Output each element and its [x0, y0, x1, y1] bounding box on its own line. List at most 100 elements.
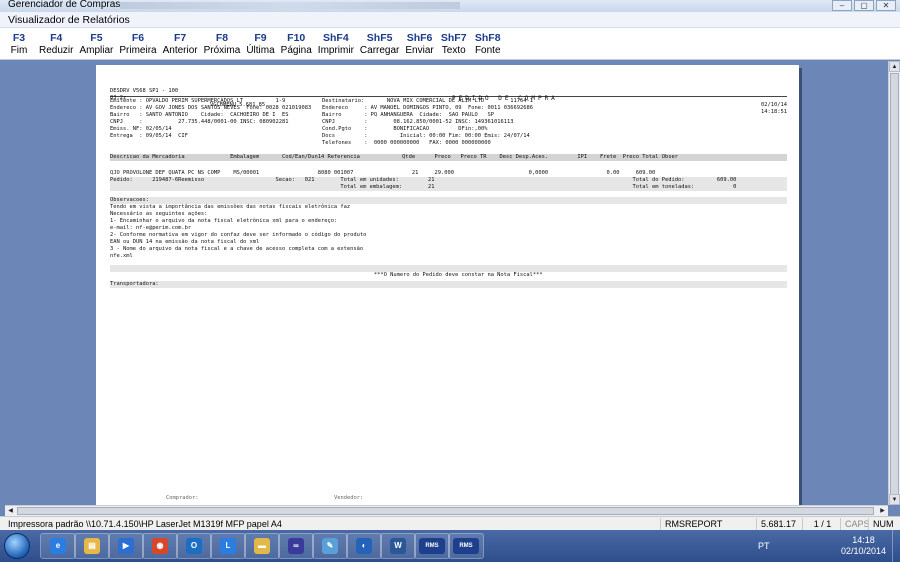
report-viewport[interactable]: DESDRV V568 SP1 - 100 PEDIDO DE COMPRA 0… — [5, 61, 888, 505]
parties-block: Emitente : OPVALDO PERIM SUPERMERCADOS L… — [110, 98, 787, 154]
horizontal-scrollbar[interactable]: ◀ ▶ — [5, 505, 888, 516]
nota-fiscal-notice: ***O Numero do Pedido deve constar na No… — [110, 265, 787, 278]
toolbar-button-page[interactable]: F10 Página — [278, 28, 315, 59]
totals-row-2: Total em embalagem: 21 Total em tonelada… — [110, 184, 787, 191]
taskbar-app-lync[interactable]: L — [210, 533, 246, 559]
scroll-left-arrow-icon[interactable]: ◀ — [5, 506, 16, 516]
taskbar-app-outlook[interactable]: O — [176, 533, 212, 559]
scroll-right-arrow-icon[interactable]: ▶ — [877, 506, 888, 516]
toolbar-label: Reduzir — [39, 45, 74, 56]
show-desktop-button[interactable] — [892, 530, 900, 562]
taskbar-app-media-player[interactable]: ▶ — [108, 533, 144, 559]
toolbar-button-load[interactable]: ShF5 Carregar — [357, 28, 402, 59]
load-icon: ShF5 — [366, 32, 393, 44]
observation-line: Tendo em vista a importância das emissõe… — [110, 204, 351, 210]
toolbar-button-text[interactable]: ShF7 Texto — [437, 28, 471, 59]
observation-line: Necessário as seguintes ações: — [110, 211, 208, 217]
report-toolbar: F3 Fim F4 Reduzir F5 Ampliar F6 Primeira F7 Anter… — [0, 28, 900, 60]
clock-time: 14:18 — [852, 535, 875, 545]
lync-icon: L — [220, 538, 236, 554]
minimize-button[interactable]: – — [832, 0, 852, 11]
toolbar-label: Enviar — [405, 45, 434, 56]
exit-icon: F3 — [12, 32, 26, 44]
emitter-line: Emiss. NF: 02/05/14 — [110, 126, 172, 132]
observation-line: 1- Encaminhar o arquivo da nota fiscal e… — [110, 218, 338, 224]
media-player-icon: ▶ — [118, 538, 134, 554]
report-header-line-2: 03.2z VGCBMENU 5.681.85 14:18:51 — [110, 88, 787, 115]
taskbar-app-remote[interactable]: ◐ — [346, 533, 382, 559]
observation-line: 2- Conforme normativa em vigor do confaz… — [110, 232, 367, 238]
toolbar-label: Texto — [441, 45, 466, 56]
previous-page-icon: F7 — [173, 32, 187, 44]
recipient-line: Telefones : 0000 000000000 FAX: 0000 000… — [322, 140, 491, 146]
vertical-scroll-thumb[interactable] — [890, 73, 899, 497]
start-button[interactable] — [4, 533, 30, 559]
toolbar-label: Fonte — [474, 45, 501, 56]
close-button[interactable]: ✕ — [876, 0, 896, 11]
toolbar-label: Última — [246, 45, 275, 56]
taskbar-app-internet-explorer[interactable]: e — [40, 533, 76, 559]
observations-title: Observacoes: — [110, 197, 787, 204]
toolbar-button-font[interactable]: ShF8 Fonte — [471, 28, 505, 59]
print-icon: ShF4 — [323, 32, 349, 44]
outlook-icon: O — [186, 538, 202, 554]
horizontal-scroll-thumb[interactable] — [17, 507, 874, 515]
taskbar-app-folder[interactable]: ▬ — [244, 533, 280, 559]
toolbar-button-exit[interactable]: F3 Fim — [2, 28, 36, 59]
taskbar-app-chrome[interactable]: ◉ — [142, 533, 178, 559]
app-titlebar: Gerenciador de Compras – ▢ ✕ — [0, 0, 900, 12]
internet-explorer-icon: e — [50, 538, 66, 554]
recipient-block: Destinatario: NOVA MIX COMERCIAL DE ALIM… — [322, 98, 533, 147]
printer-status: Impressora padrão \\10.71.4.150\HP Laser… — [8, 519, 282, 529]
rms-1-icon: RMS — [419, 538, 445, 554]
rms-2-icon: RMS — [453, 538, 479, 554]
item-row: QJO PROVOLONE DEF QUATA PC NS COMP MS/00… — [110, 170, 656, 176]
taskbar-app-rms-1[interactable]: RMS — [414, 533, 450, 559]
toolbar-button-previous-page[interactable]: F7 Anterior — [160, 28, 201, 59]
recipient-line: CNPJ : 08.162.850/0001-52 INSC: 14936101… — [322, 119, 514, 125]
toolbar-label: Carregar — [359, 45, 400, 56]
toolbar-button-next-page[interactable]: F8 Próxima — [201, 28, 244, 59]
recipient-line: Destinatario: NOVA MIX COMERCIAL DE ALIM… — [322, 98, 533, 104]
taskbar-app-paint[interactable]: ✎ — [312, 533, 348, 559]
toolbar-button-last-page[interactable]: F9 Última — [243, 28, 277, 59]
zoom-out-icon: F4 — [50, 32, 63, 44]
windows-taskbar: e ▤ ▶ ◉ O L ▬ ∞ ✎ ◐ W RMS RMS PT 14:18 02/10/2014 — [0, 530, 900, 562]
taskbar-app-network[interactable]: ∞ — [278, 533, 314, 559]
taskbar-app-rms-2[interactable]: RMS — [448, 533, 484, 559]
word-icon: W — [390, 538, 406, 554]
next-page-icon: F8 — [215, 32, 229, 44]
vertical-scrollbar[interactable]: ▲ ▼ — [888, 61, 900, 505]
scroll-down-arrow-icon[interactable]: ▼ — [889, 494, 900, 505]
toolbar-label: Próxima — [203, 45, 241, 56]
header-rule — [110, 96, 787, 97]
font-icon: ShF8 — [474, 32, 501, 44]
emitter-line: Endereco : AV GOV JONES DOS SANTOS NEVES… — [110, 105, 312, 111]
toolbar-button-zoom-in[interactable]: F5 Ampliar — [76, 28, 116, 59]
toolbar-button-first-page[interactable]: F6 Primeira — [116, 28, 159, 59]
system-tray: PT 14:18 02/10/2014 — [750, 530, 900, 562]
toolbar-label: Ampliar — [79, 45, 114, 56]
toolbar-button-print[interactable]: ShF4 Imprimir — [315, 28, 357, 59]
title-blur-region — [120, 2, 460, 9]
recipient-line: Cond.Pgto : BONIFICACAO DFin:,00% — [322, 126, 488, 132]
taskbar-app-file-explorer[interactable]: ▤ — [74, 533, 110, 559]
toolbar-button-send[interactable]: ShF6 Enviar — [402, 28, 436, 59]
language-indicator[interactable]: PT — [758, 541, 770, 551]
page-status: 1 / 1 — [802, 518, 838, 530]
toolbar-label: Fim — [10, 45, 28, 56]
taskbar-app-word[interactable]: W — [380, 533, 416, 559]
toolbar-button-zoom-out[interactable]: F4 Reduzir — [36, 28, 76, 59]
paint-icon: ✎ — [322, 538, 338, 554]
window-controls: – ▢ ✕ — [832, 0, 896, 11]
emitter-block: Emitente : OPVALDO PERIM SUPERMERCADOS L… — [110, 98, 311, 140]
scroll-up-arrow-icon[interactable]: ▲ — [889, 61, 900, 72]
recipient-line: Docs : Inicial: 00:00 Fim: 00:00 Emis: 2… — [322, 133, 530, 139]
clock[interactable]: 14:18 02/10/2014 — [841, 535, 886, 557]
transport-label: Transportadora: — [110, 281, 787, 288]
maximize-button[interactable]: ▢ — [854, 0, 874, 11]
emitter-line: Emitente : OPVALDO PERIM SUPERMERCADOS L… — [110, 98, 286, 104]
page-icon: F10 — [287, 32, 306, 44]
